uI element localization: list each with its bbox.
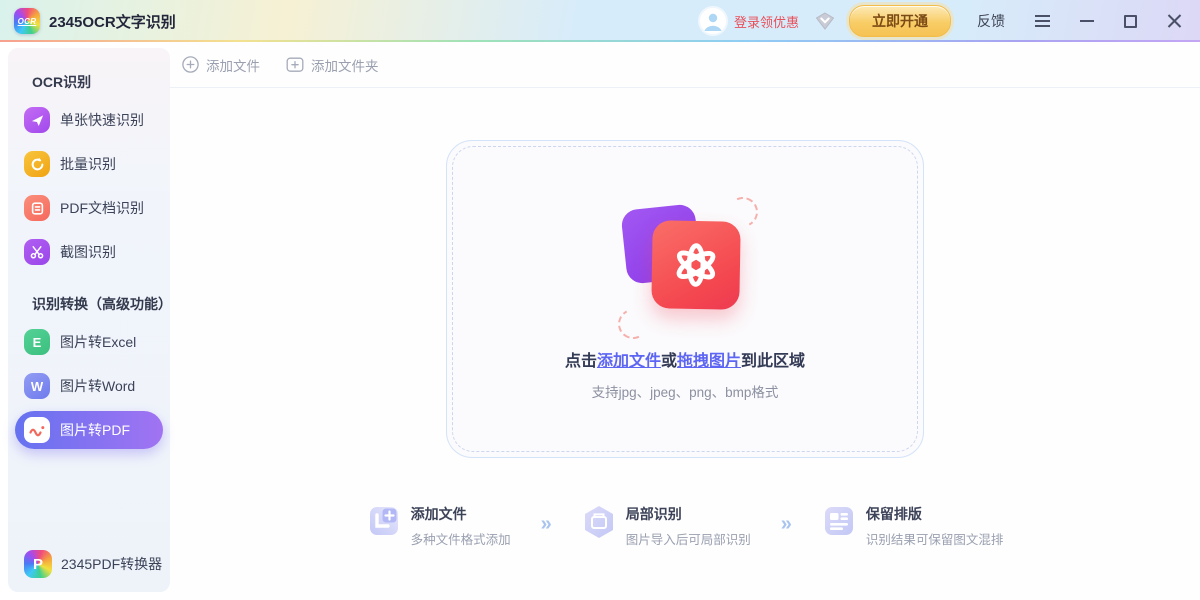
toolbar: 添加文件 添加文件夹	[170, 42, 1200, 88]
close-button[interactable]	[1167, 14, 1182, 29]
supported-formats: 支持jpg、jpeg、png、bmp格式	[592, 381, 779, 401]
login-link[interactable]: 登录领优惠	[734, 12, 799, 31]
add-file-label: 添加文件	[206, 55, 260, 75]
titlebar-actions: 登录领优惠 立即开通 反馈	[700, 5, 1182, 37]
feature-row: 添加文件 多种文件格式添加 » 局部识别 图片导入后可局部识别 »	[170, 504, 1200, 548]
feature-add-file: 添加文件 多种文件格式添加	[367, 504, 511, 548]
sidebar-item-single-recognition[interactable]: 单张快速识别	[8, 98, 170, 142]
sidebar-section-ocr: OCR识别	[8, 48, 170, 98]
sidebar-item-label: 图片转Excel	[60, 332, 136, 352]
maximize-button[interactable]	[1124, 15, 1137, 28]
sidebar-item-batch-recognition[interactable]: 批量识别	[8, 142, 170, 186]
add-folder-label: 添加文件夹	[311, 55, 379, 75]
feature-title: 局部识别	[626, 504, 751, 524]
sidebar-item-image-to-excel[interactable]: E 图片转Excel	[8, 320, 170, 364]
add-folder-button[interactable]: 添加文件夹	[286, 55, 379, 75]
pdf-convert-icon	[24, 417, 50, 443]
avatar[interactable]	[700, 8, 726, 34]
sidebar-item-image-to-pdf[interactable]: 图片转PDF	[15, 411, 163, 449]
scissors-icon	[24, 239, 50, 265]
sidebar-item-label: 批量识别	[60, 154, 116, 174]
add-file-button[interactable]: 添加文件	[182, 55, 260, 75]
batch-refresh-icon	[24, 151, 50, 177]
pdf-document-icon	[24, 195, 50, 221]
sidebar-item-image-to-word[interactable]: W 图片转Word	[8, 364, 170, 408]
prompt-prefix: 点击	[565, 353, 597, 370]
feature-title: 添加文件	[411, 504, 511, 524]
pdf-converter-label: 2345PDF转换器	[61, 554, 162, 574]
sidebar-item-pdf-recognition[interactable]: PDF文档识别	[8, 186, 170, 230]
circle-plus-icon	[182, 56, 199, 73]
feature-desc: 识别结果可保留图文混排	[866, 529, 1004, 548]
keep-layout-feature-icon	[822, 504, 856, 538]
sidebar-item-label: 图片转PDF	[60, 420, 130, 440]
app-logo-icon: OCR	[14, 8, 40, 34]
sidebar-item-label: 图片转Word	[60, 376, 135, 396]
word-icon: W	[24, 373, 50, 399]
feature-desc: 多种文件格式添加	[411, 529, 511, 548]
pdf-converter-app-icon: P	[24, 550, 52, 578]
sidebar-footer-pdf-converter[interactable]: P 2345PDF转换器	[24, 550, 162, 578]
sidebar-item-label: 单张快速识别	[60, 110, 144, 130]
add-file-link[interactable]: 添加文件	[597, 353, 661, 370]
minimize-button[interactable]	[1080, 20, 1094, 22]
sidebar: OCR识别 单张快速识别 批量识别 PDF文档识别	[8, 48, 170, 592]
sidebar-section-convert: 识别转换（高级功能）	[8, 274, 170, 320]
file-drop-zone[interactable]: 点击添加文件或拖拽图片到此区域 支持jpg、jpeg、png、bmp格式	[446, 140, 924, 458]
flash-icon	[24, 107, 50, 133]
drop-zone-prompt: 点击添加文件或拖拽图片到此区域	[565, 347, 805, 371]
decor-arc-icon	[614, 305, 652, 343]
excel-icon: E	[24, 329, 50, 355]
drop-zone-inner: 点击添加文件或拖拽图片到此区域 支持jpg、jpeg、png、bmp格式	[452, 146, 918, 452]
feature-keep-layout: 保留排版 识别结果可保留图文混排	[822, 504, 1004, 548]
sidebar-item-label: PDF文档识别	[60, 198, 144, 218]
sidebar-item-label: 截图识别	[60, 242, 116, 262]
pdf-illustration	[610, 199, 760, 331]
pdf-logo-icon	[651, 220, 741, 310]
feedback-link[interactable]: 反馈	[977, 11, 1005, 31]
app-title: 2345OCR文字识别	[49, 11, 176, 32]
folder-plus-icon	[286, 56, 304, 73]
add-file-feature-icon	[367, 504, 401, 538]
prompt-or: 或	[661, 353, 677, 370]
main-area: 添加文件 添加文件夹	[170, 42, 1200, 600]
vip-diamond-icon[interactable]	[815, 12, 835, 30]
feature-desc: 图片导入后可局部识别	[626, 529, 751, 548]
upgrade-button[interactable]: 立即开通	[849, 5, 951, 37]
chevron-right-icon: »	[781, 513, 792, 536]
titlebar: OCR 2345OCR文字识别 登录领优惠 立即开通 反馈	[0, 0, 1200, 42]
feature-partial-recognition: 局部识别 图片导入后可局部识别	[582, 504, 751, 548]
prompt-suffix: 到此区域	[741, 353, 805, 370]
chevron-right-icon: »	[541, 513, 552, 536]
sidebar-item-screenshot-recognition[interactable]: 截图识别	[8, 230, 170, 274]
drag-image-link[interactable]: 拖拽图片	[677, 353, 741, 370]
feature-title: 保留排版	[866, 504, 1004, 524]
menu-icon[interactable]	[1035, 20, 1050, 22]
partial-recognition-feature-icon	[582, 504, 616, 540]
